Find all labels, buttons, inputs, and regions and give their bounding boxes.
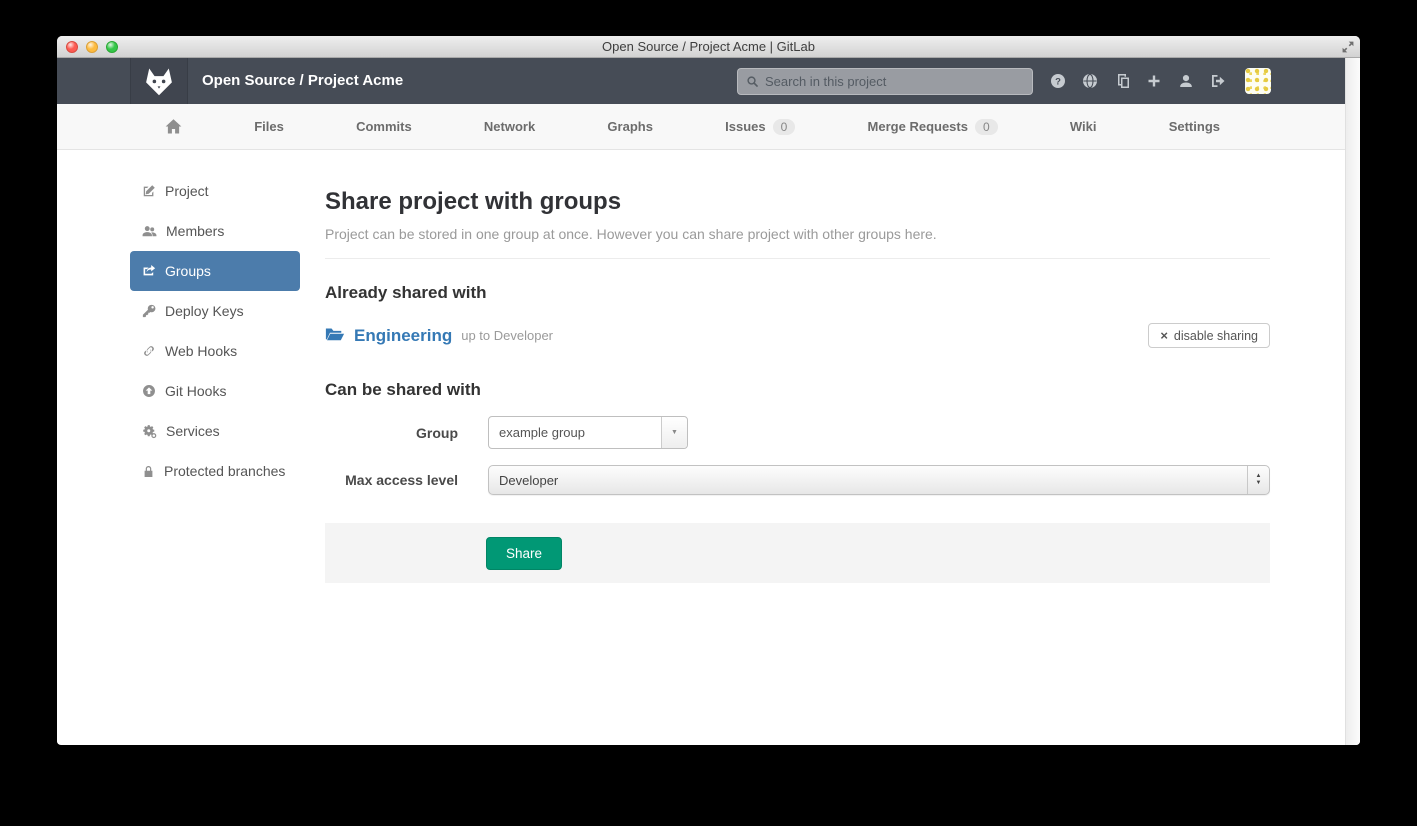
- project-breadcrumb: Open Source / Project Acme: [202, 58, 403, 104]
- folder-open-icon: [325, 328, 345, 344]
- tab-wiki[interactable]: Wiki: [1070, 119, 1097, 134]
- svg-text:?: ?: [1055, 76, 1061, 87]
- new-project-plus-icon[interactable]: [1146, 73, 1162, 89]
- sidebar-item-deploy-keys[interactable]: Deploy Keys: [130, 291, 300, 331]
- tab-issues[interactable]: Issues 0: [725, 119, 795, 135]
- group-form-row: Group example group ▼: [325, 416, 1270, 449]
- shared-group-access-note: up to Developer: [461, 328, 553, 343]
- header-icon-menu: ?: [1050, 73, 1226, 89]
- zoom-window-button[interactable]: [106, 41, 118, 53]
- sidebar-item-web-hooks[interactable]: Web Hooks: [130, 331, 300, 371]
- group-label: Group: [325, 425, 488, 441]
- close-window-button[interactable]: [66, 41, 78, 53]
- share-button[interactable]: Share: [486, 537, 562, 570]
- tab-commits[interactable]: Commits: [356, 119, 412, 134]
- cogs-icon: [142, 424, 157, 439]
- users-icon: [142, 224, 157, 239]
- tab-merge-requests[interactable]: Merge Requests 0: [868, 119, 998, 135]
- window-title: Open Source / Project Acme | GitLab: [57, 36, 1360, 57]
- explore-globe-icon[interactable]: [1082, 73, 1098, 89]
- share-square-icon: [142, 264, 156, 278]
- key-icon: [142, 304, 156, 318]
- tab-graphs[interactable]: Graphs: [607, 119, 653, 134]
- max-access-level-label: Max access level: [325, 472, 488, 488]
- tab-files[interactable]: Files: [254, 119, 284, 134]
- group-select-value: example group: [489, 425, 661, 440]
- link-icon: [142, 344, 156, 358]
- group-select[interactable]: example group ▼: [488, 416, 688, 449]
- select-stepper-icon: ▲ ▼: [1247, 466, 1269, 494]
- sidebar-item-members[interactable]: Members: [130, 211, 300, 251]
- search-input[interactable]: [765, 74, 1024, 89]
- sidebar-item-git-hooks[interactable]: Git Hooks: [130, 371, 300, 411]
- already-shared-heading: Already shared with: [325, 283, 1270, 303]
- help-icon[interactable]: ?: [1050, 73, 1066, 89]
- shared-group-link[interactable]: Engineering: [354, 326, 452, 346]
- issues-count-badge: 0: [773, 119, 796, 135]
- minimize-window-button[interactable]: [86, 41, 98, 53]
- merge-requests-count-badge: 0: [975, 119, 998, 135]
- sidebar-item-groups[interactable]: Groups: [130, 251, 300, 291]
- tab-home[interactable]: [165, 118, 182, 135]
- settings-page: Project Members Groups Deploy Keys: [57, 150, 1360, 744]
- home-icon: [165, 118, 182, 135]
- can-share-heading: Can be shared with: [325, 380, 1270, 400]
- disable-sharing-button[interactable]: × disable sharing: [1148, 323, 1270, 348]
- sidebar-item-services[interactable]: Services: [130, 411, 300, 451]
- gitlab-tanuki-icon: [143, 65, 175, 97]
- tab-settings[interactable]: Settings: [1169, 119, 1220, 134]
- user-avatar[interactable]: [1245, 68, 1271, 94]
- chevron-down-icon: ▼: [661, 417, 687, 448]
- gitlab-logo[interactable]: [130, 58, 188, 104]
- form-actions: Share: [325, 523, 1270, 583]
- search-box[interactable]: [737, 68, 1033, 95]
- close-x-icon: ×: [1160, 328, 1168, 343]
- max-access-level-value: Developer: [489, 473, 1247, 488]
- search-icon: [746, 75, 759, 88]
- pencil-square-icon: [142, 184, 156, 198]
- window-controls: [66, 41, 118, 53]
- browser-window: Open Source / Project Acme | GitLab Open…: [57, 36, 1360, 745]
- app-header: Open Source / Project Acme ?: [57, 58, 1360, 104]
- window-scrollbar[interactable]: [1345, 58, 1360, 745]
- shared-group-row: Engineering up to Developer × disable sh…: [325, 323, 1270, 348]
- snippets-copy-icon[interactable]: [1114, 73, 1130, 89]
- page-description: Project can be stored in one group at on…: [325, 226, 1270, 242]
- settings-sidebar: Project Members Groups Deploy Keys: [130, 171, 300, 491]
- fullscreen-icon[interactable]: [1341, 40, 1355, 54]
- max-access-level-select[interactable]: Developer ▲ ▼: [488, 465, 1270, 495]
- arrow-circle-up-icon: [142, 384, 156, 398]
- page-title: Share project with groups: [325, 188, 1270, 216]
- lock-icon: [142, 465, 155, 478]
- sidebar-item-project[interactable]: Project: [130, 171, 300, 211]
- project-nav-tabs: Files Commits Network Graphs Issues 0 Me…: [57, 104, 1360, 150]
- titlebar: Open Source / Project Acme | GitLab: [57, 36, 1360, 58]
- access-form-row: Max access level Developer ▲ ▼: [325, 465, 1270, 495]
- logout-icon[interactable]: [1210, 73, 1226, 89]
- profile-user-icon[interactable]: [1178, 73, 1194, 89]
- divider: [325, 258, 1270, 259]
- tab-network[interactable]: Network: [484, 119, 535, 134]
- sidebar-item-protected-branches[interactable]: Protected branches: [130, 451, 300, 491]
- share-project-panel: Share project with groups Project can be…: [325, 150, 1270, 583]
